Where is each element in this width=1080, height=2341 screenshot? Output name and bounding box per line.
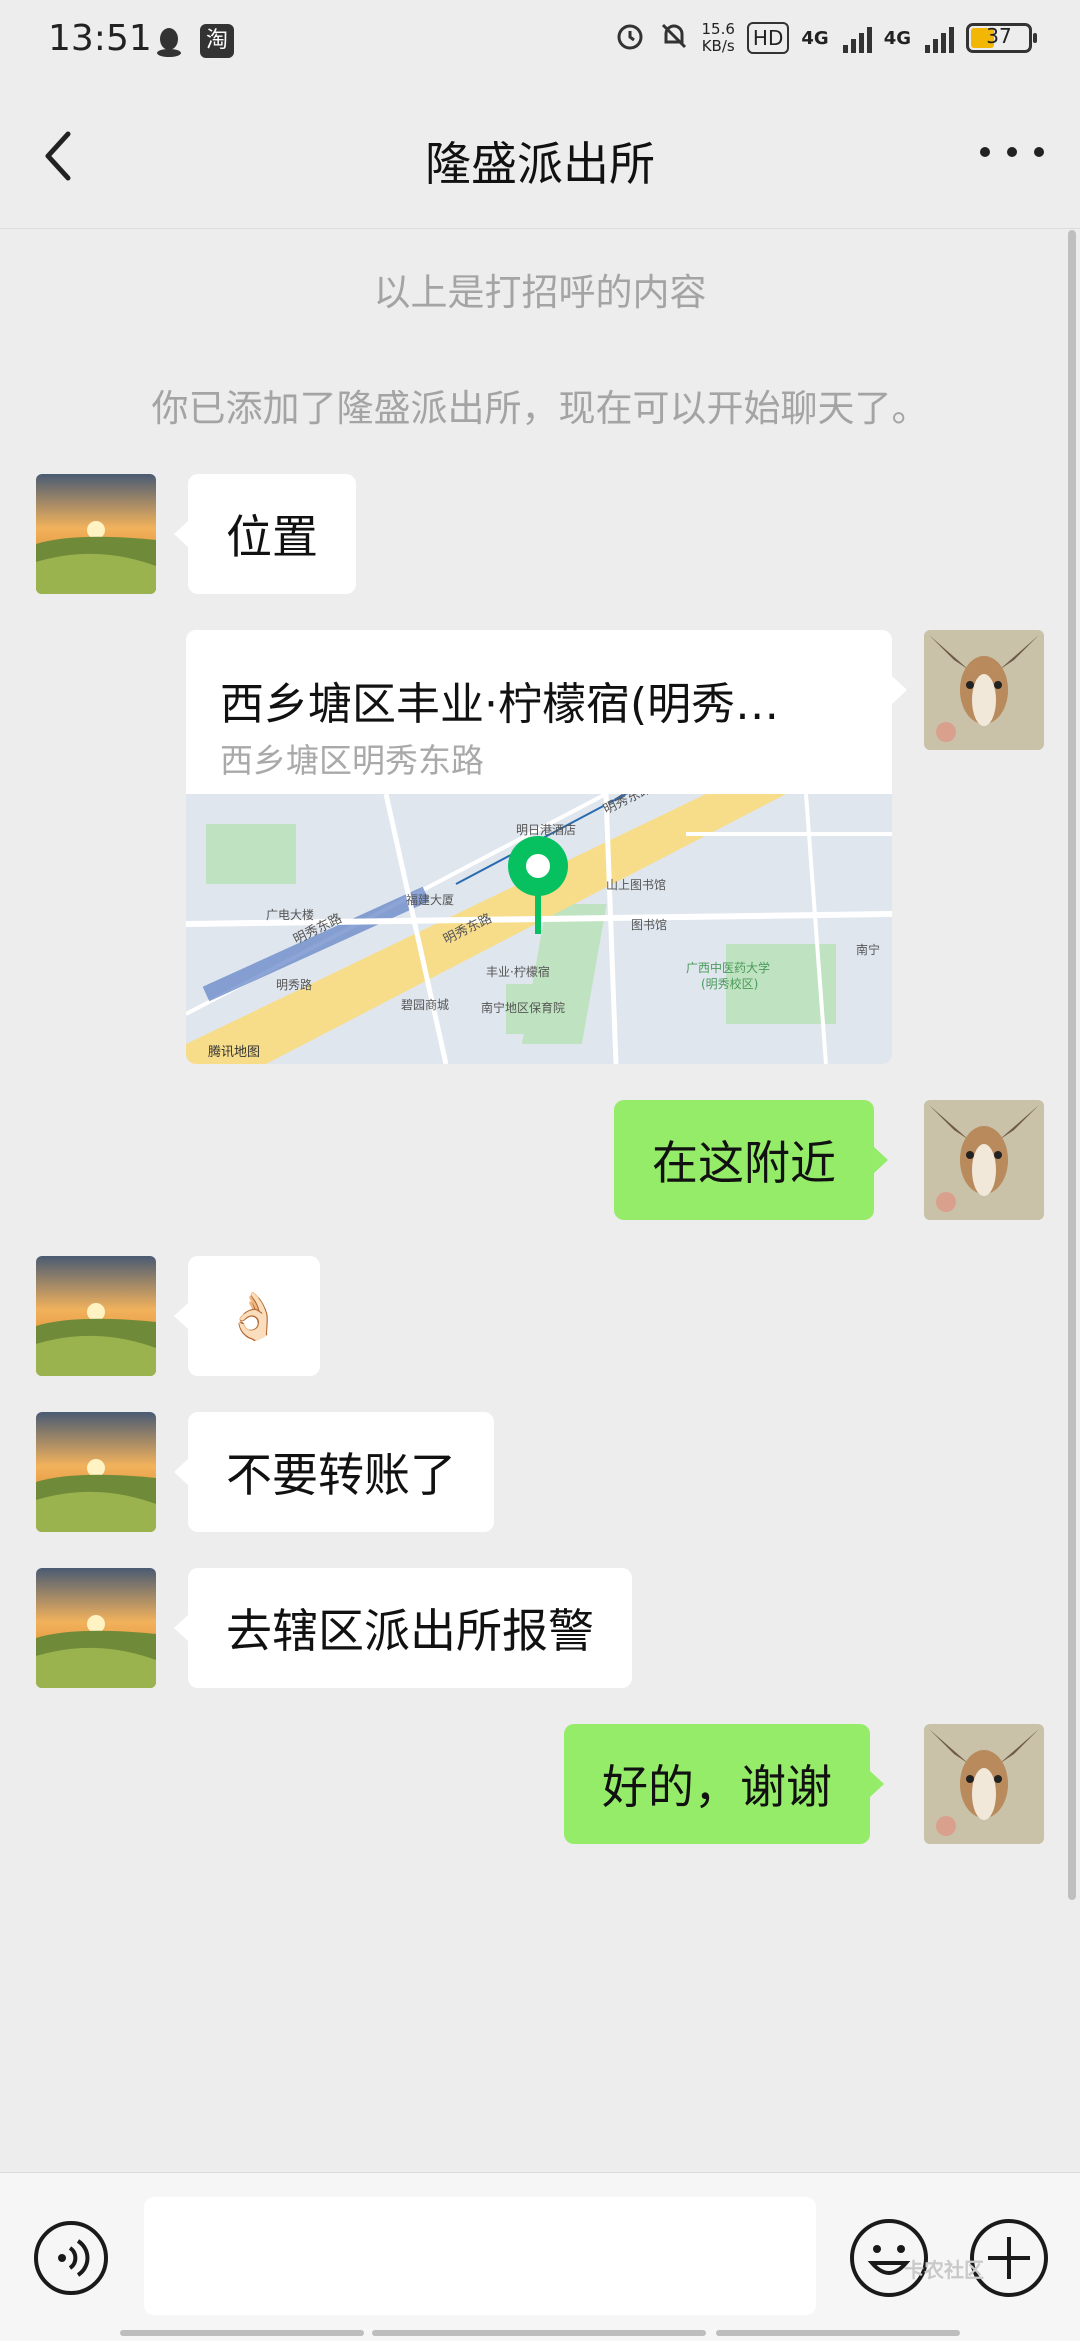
message-bubble-outgoing[interactable]: 在这附近: [614, 1100, 888, 1220]
my-avatar[interactable]: [924, 630, 1044, 750]
system-message-greeting: 以上是打招呼的内容: [373, 271, 707, 314]
svg-text:山上图书馆: 山上图书馆: [606, 877, 666, 892]
my-avatar[interactable]: [924, 1724, 1044, 1844]
svg-text:明日港酒店: 明日港酒店: [516, 823, 576, 837]
message-bubble-incoming[interactable]: 位置: [174, 474, 356, 594]
nav-bar: [716, 2330, 960, 2336]
contact-avatar[interactable]: [36, 1412, 156, 1532]
message-input[interactable]: [144, 2197, 816, 2315]
message-bubble-incoming[interactable]: 不要转账了: [174, 1412, 494, 1532]
contact-avatar[interactable]: [36, 474, 156, 594]
nav-bar: [372, 2330, 706, 2336]
more-dot-icon: [1034, 147, 1044, 157]
svg-text:丰业·柠檬宿: 丰业·柠檬宿: [486, 964, 550, 979]
network-speed: 15.6 KB/s: [701, 20, 735, 55]
hd-badge: HD: [746, 22, 790, 54]
location-title: 西乡塘区丰业·柠檬宿(明秀…: [220, 679, 780, 730]
voice-button[interactable]: [32, 2219, 110, 2297]
sim1-network: 4G: [801, 27, 829, 49]
message-bubble-incoming[interactable]: 去辖区派出所报警: [174, 1568, 632, 1688]
location-card[interactable]: 西乡塘区丰业·柠檬宿(明秀… 西乡塘区明秀东路 明秀东路 明秀东路 明秀东路 明…: [186, 630, 892, 1064]
chat-title: 隆盛派出所: [425, 137, 655, 191]
qq-icon: [152, 24, 186, 58]
status-bar: 13:51 淘 15.6 KB/s HD 4G 4G 37: [0, 0, 1080, 84]
contact-avatar[interactable]: [36, 1256, 156, 1376]
scrollbar[interactable]: [1068, 230, 1076, 1900]
svg-text:腾讯地图: 腾讯地图: [208, 1044, 260, 1060]
mute-icon: [658, 20, 690, 56]
battery-level: 37: [986, 24, 1012, 48]
voice-icon: [34, 2221, 108, 2295]
status-time: 13:51: [48, 18, 152, 59]
location-address: 西乡塘区明秀东路: [220, 741, 484, 780]
map-preview[interactable]: 明秀东路 明秀东路 明秀东路 明秀路 福建大厦 广电大楼 山上图书馆 图书馆 广…: [186, 780, 892, 1064]
svg-text:(明秀校区): (明秀校区): [701, 976, 758, 991]
nav-bar: [120, 2330, 364, 2336]
alarm-icon: [614, 20, 646, 56]
signal-icon: [842, 23, 872, 53]
svg-text:图书馆: 图书馆: [631, 917, 667, 932]
contact-avatar[interactable]: [36, 1568, 156, 1688]
svg-text:广西中医药大学: 广西中医药大学: [686, 960, 770, 975]
more-options-button[interactable]: [980, 132, 1044, 172]
svg-text:福建大厦: 福建大厦: [406, 892, 454, 907]
message-bubble-incoming[interactable]: 👌🏻: [174, 1256, 320, 1376]
chat-header: 隆盛派出所: [0, 84, 1080, 229]
more-dot-icon: [980, 147, 990, 157]
battery-icon: 37: [966, 23, 1037, 53]
taobao-icon: 淘: [200, 24, 234, 58]
svg-text:南宁: 南宁: [856, 942, 880, 957]
watermark: 卡农社区: [904, 2258, 984, 2282]
svg-text:明秀路: 明秀路: [276, 977, 312, 992]
system-message-added: 你已添加了隆盛派出所，现在可以开始聊天了。: [151, 387, 929, 430]
message-bubble-outgoing[interactable]: 好的，谢谢: [564, 1724, 884, 1844]
svg-text:广电大楼: 广电大楼: [266, 907, 314, 922]
my-avatar[interactable]: [924, 1100, 1044, 1220]
sim2-network: 4G: [883, 27, 911, 49]
signal-icon: [925, 23, 954, 53]
svg-text:南宁地区保育院: 南宁地区保育院: [481, 1000, 565, 1015]
more-dot-icon: [1007, 147, 1017, 157]
svg-text:碧园商城: 碧园商城: [401, 997, 449, 1012]
